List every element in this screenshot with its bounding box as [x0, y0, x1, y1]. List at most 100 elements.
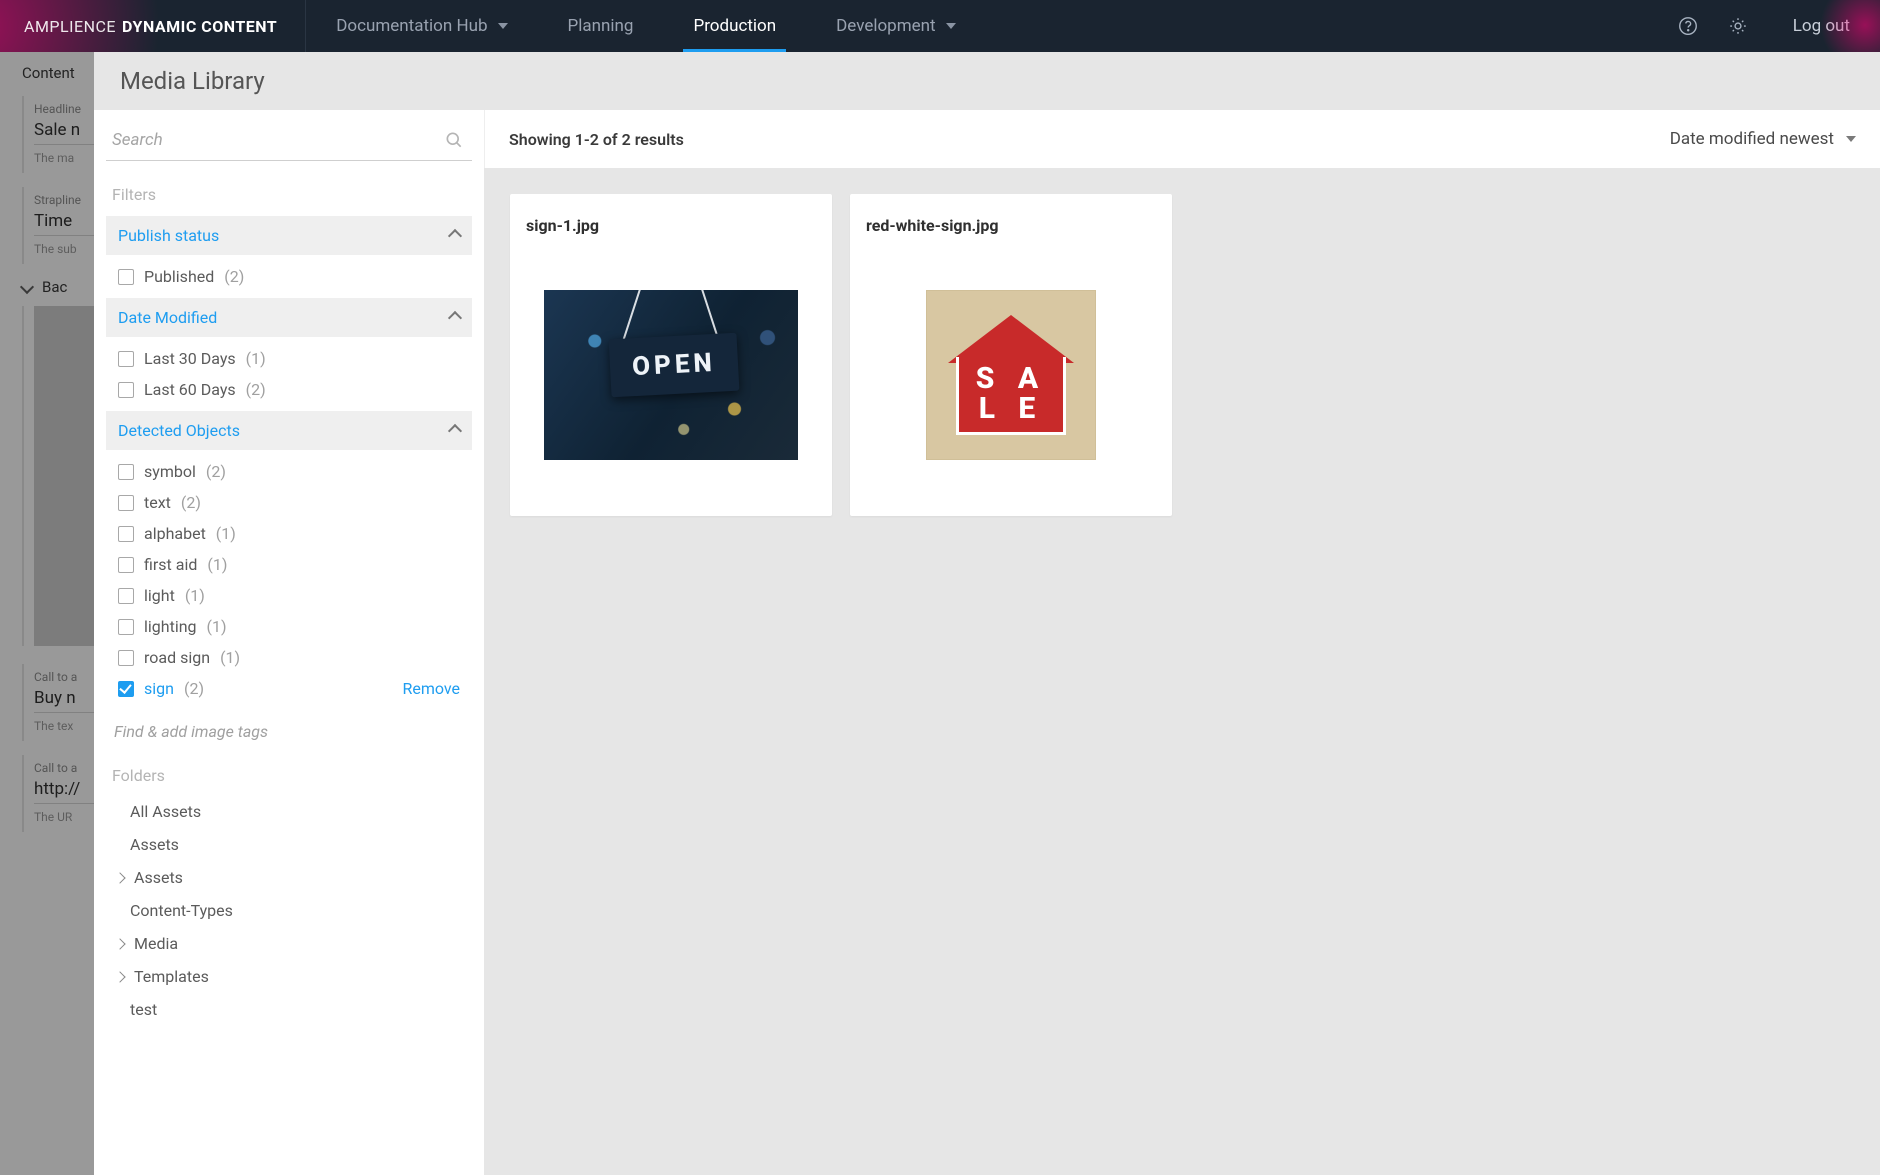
gear-icon[interactable]	[1727, 15, 1749, 37]
facet-option-label: light	[144, 586, 175, 605]
checkbox-icon	[118, 526, 134, 542]
facet-option-count: (1)	[207, 555, 227, 574]
checkbox-checked-icon	[118, 681, 134, 697]
nav-development[interactable]: Development	[806, 0, 985, 52]
folder-label: Assets	[134, 868, 183, 887]
folder-label: Templates	[134, 967, 209, 986]
sale-sign-image: S AL E	[926, 290, 1096, 460]
facet-option-count: (2)	[246, 380, 266, 399]
facet-option-first-aid[interactable]: first aid (1)	[110, 549, 468, 580]
facet-option-symbol[interactable]: symbol (2)	[110, 456, 468, 487]
sale-sign-text: S AL E	[976, 364, 1046, 424]
facet-option-road-sign[interactable]: road sign (1)	[110, 642, 468, 673]
checkbox-icon	[118, 588, 134, 604]
top-nav: AMPLIENCEDYNAMIC CONTENT Documentation H…	[0, 0, 1880, 52]
folder-all-assets[interactable]: All Assets	[108, 795, 470, 828]
logout-link[interactable]: Log out	[1763, 16, 1880, 36]
facet-option-count: (1)	[207, 617, 227, 636]
brand-part-2: DYNAMIC CONTENT	[122, 17, 277, 36]
chevron-right-icon	[114, 971, 125, 982]
results-count: Showing 1-2 of 2 results	[509, 130, 684, 149]
facet-detected-objects[interactable]: Detected Objects	[106, 411, 472, 450]
nav-label: Planning	[568, 16, 634, 36]
folders-heading: Folders	[106, 756, 472, 793]
chevron-down-icon	[498, 23, 508, 29]
facet-option-label: symbol	[144, 462, 196, 481]
nav-production[interactable]: Production	[663, 0, 806, 52]
checkbox-icon	[118, 351, 134, 367]
checkbox-icon	[118, 557, 134, 573]
facet-option-label: Last 60 Days	[144, 380, 236, 399]
facet-option-last-30[interactable]: Last 30 Days (1)	[110, 343, 468, 374]
facet-option-last-60[interactable]: Last 60 Days (2)	[110, 374, 468, 405]
folder-templates[interactable]: Templates	[108, 960, 470, 993]
chevron-down-icon	[946, 23, 956, 29]
chevron-up-icon	[448, 228, 462, 242]
chevron-up-icon	[448, 423, 462, 437]
sort-dropdown[interactable]: Date modified newest	[1670, 129, 1856, 149]
asset-card[interactable]: sign-1.jpg OPEN	[510, 194, 832, 516]
facet-option-sign[interactable]: sign (2) Remove	[110, 673, 468, 704]
facet-option-count: (1)	[220, 648, 240, 667]
search-icon	[444, 130, 464, 150]
brand: AMPLIENCEDYNAMIC CONTENT	[0, 0, 305, 52]
asset-thumbnail: S AL E	[866, 249, 1156, 500]
folder-label: Media	[134, 934, 178, 953]
facet-option-label: alphabet	[144, 524, 206, 543]
facet-option-alphabet[interactable]: alphabet (1)	[110, 518, 468, 549]
facet-option-label: text	[144, 493, 171, 512]
nav-documentation-hub[interactable]: Documentation Hub	[306, 0, 537, 52]
facet-option-text[interactable]: text (2)	[110, 487, 468, 518]
results-toolbar: Showing 1-2 of 2 results Date modified n…	[484, 110, 1880, 168]
checkbox-icon	[118, 464, 134, 480]
asset-title: red-white-sign.jpg	[866, 216, 1156, 235]
facet-option-count: (1)	[246, 349, 266, 368]
facet-option-count: (2)	[224, 267, 244, 286]
folder-label: test	[130, 1000, 157, 1019]
folder-assets-1[interactable]: Assets	[108, 828, 470, 861]
facet-option-label: sign	[144, 679, 174, 698]
folder-test[interactable]: test	[108, 993, 470, 1026]
folder-label: Content-Types	[130, 901, 233, 920]
checkbox-icon	[118, 382, 134, 398]
facet-option-label: first aid	[144, 555, 197, 574]
asset-thumbnail: OPEN	[526, 249, 816, 500]
chevron-up-icon	[448, 310, 462, 324]
facet-option-lighting[interactable]: lighting (1)	[110, 611, 468, 642]
chevron-down-icon	[1846, 136, 1856, 142]
media-library-main: Showing 1-2 of 2 results Date modified n…	[484, 110, 1880, 1175]
help-icon[interactable]	[1677, 15, 1699, 37]
facet-option-label: lighting	[144, 617, 197, 636]
search-input[interactable]	[106, 120, 472, 161]
nav-label: Documentation Hub	[336, 16, 487, 36]
facet-option-count: (1)	[185, 586, 205, 605]
media-library-panel: Media Library Filters Publish status	[94, 52, 1880, 1175]
folder-assets-2[interactable]: Assets	[108, 861, 470, 894]
facet-title: Date Modified	[118, 308, 217, 327]
nav-planning[interactable]: Planning	[538, 0, 664, 52]
facet-option-count: (2)	[184, 679, 204, 698]
facet-date-modified[interactable]: Date Modified	[106, 298, 472, 337]
facet-option-label: Published	[144, 267, 214, 286]
facet-option-light[interactable]: light (1)	[110, 580, 468, 611]
facet-publish-status[interactable]: Publish status	[106, 216, 472, 255]
folder-label: Assets	[130, 835, 179, 854]
facet-option-published[interactable]: Published (2)	[110, 261, 468, 292]
folder-media[interactable]: Media	[108, 927, 470, 960]
open-sign-image: OPEN	[544, 290, 798, 460]
checkbox-icon	[118, 269, 134, 285]
facet-option-count: (2)	[206, 462, 226, 481]
asset-card[interactable]: red-white-sign.jpg S AL E	[850, 194, 1172, 516]
remove-filter-link[interactable]: Remove	[402, 679, 460, 698]
facet-option-label: Last 30 Days	[144, 349, 236, 368]
folder-label: All Assets	[130, 802, 201, 821]
chevron-right-icon	[114, 872, 125, 883]
tag-search-input[interactable]	[110, 714, 468, 750]
checkbox-icon	[118, 495, 134, 511]
filters-heading: Filters	[106, 175, 472, 212]
facet-title: Detected Objects	[118, 421, 240, 440]
facet-option-label: road sign	[144, 648, 210, 667]
media-library-sidebar: Filters Publish status Published (2) Dat…	[94, 110, 484, 1175]
facet-option-count: (2)	[181, 493, 201, 512]
folder-content-types[interactable]: Content-Types	[108, 894, 470, 927]
